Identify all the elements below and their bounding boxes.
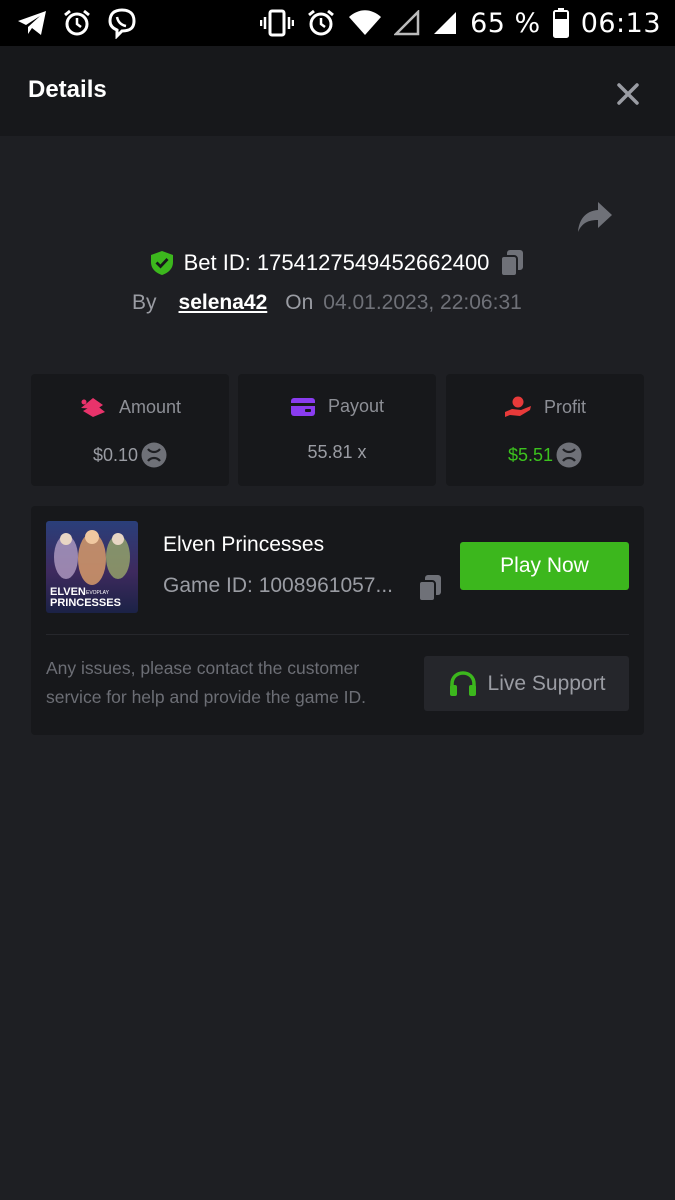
profit-value: $5.51 — [507, 444, 554, 465]
bet-id-label: Bet ID: 1754127549452662400 — [183, 250, 490, 275]
headset-icon — [449, 670, 476, 696]
bet-byline: By selena42 On 04.01.2023, 22:06:31 — [132, 288, 522, 318]
game-thumbnail[interactable]: ELVEN EVOPLAY PRINCESSES — [46, 521, 138, 613]
vibrate-icon — [260, 9, 295, 37]
copy-icon[interactable] — [417, 574, 443, 602]
live-support-button[interactable]: Live Support — [424, 656, 629, 711]
amount-card: Amount $0.10 — [31, 374, 229, 486]
shield-check-icon — [150, 251, 173, 275]
wifi-icon — [349, 10, 382, 35]
share-icon[interactable] — [576, 200, 614, 234]
battery-percent: 65 % — [470, 7, 541, 39]
profit-label: Profit — [543, 396, 586, 417]
profit-card: Profit $5.51 — [446, 374, 644, 486]
alarm-icon — [308, 9, 335, 36]
page-title: Details — [28, 76, 107, 103]
details-header: Details — [0, 46, 675, 136]
divider — [46, 634, 629, 635]
amount-value: $0.10 — [92, 444, 139, 465]
close-icon[interactable] — [612, 78, 644, 110]
clock: 06:13 — [580, 7, 661, 39]
copy-icon[interactable] — [499, 249, 525, 277]
game-name: Elven Princesses — [163, 533, 325, 556]
play-now-button[interactable]: Play Now — [460, 542, 629, 590]
viber-icon — [108, 8, 136, 39]
battery-icon — [552, 8, 569, 38]
profit-icon — [504, 396, 531, 417]
payout-label: Payout — [327, 396, 385, 416]
game-panel: ELVEN EVOPLAY PRINCESSES Elven Princesse… — [31, 506, 644, 735]
live-support-label: Live Support — [487, 671, 606, 695]
game-id: Game ID: 1008961057... — [163, 574, 393, 597]
bet-id-row: Bet ID: 1754127549452662400 — [0, 245, 675, 281]
xrp-coin-icon — [556, 442, 582, 468]
payout-value: 55.81 x — [307, 442, 367, 462]
on-label: On — [285, 291, 314, 314]
thumb-brand: EVOPLAY — [86, 590, 110, 596]
wallet-icon — [290, 397, 315, 416]
username-link[interactable]: selena42 — [179, 291, 268, 315]
bet-datetime: 04.01.2023, 22:06:31 — [323, 291, 522, 314]
status-bar: 65 % 06:13 — [0, 0, 675, 46]
payout-card: Payout 55.81 x — [238, 374, 436, 486]
signal-icon — [434, 12, 457, 34]
by-label: By — [132, 291, 157, 314]
xrp-coin-icon — [141, 442, 167, 468]
telegram-icon — [18, 11, 46, 35]
thumb-subtitle: PRINCESSES — [50, 597, 121, 609]
signal-empty-icon — [394, 10, 420, 36]
amount-icon — [80, 398, 105, 417]
alarm-icon — [64, 9, 90, 36]
support-notice: Any issues, please contact the customer … — [46, 658, 367, 707]
amount-label: Amount — [118, 396, 182, 417]
